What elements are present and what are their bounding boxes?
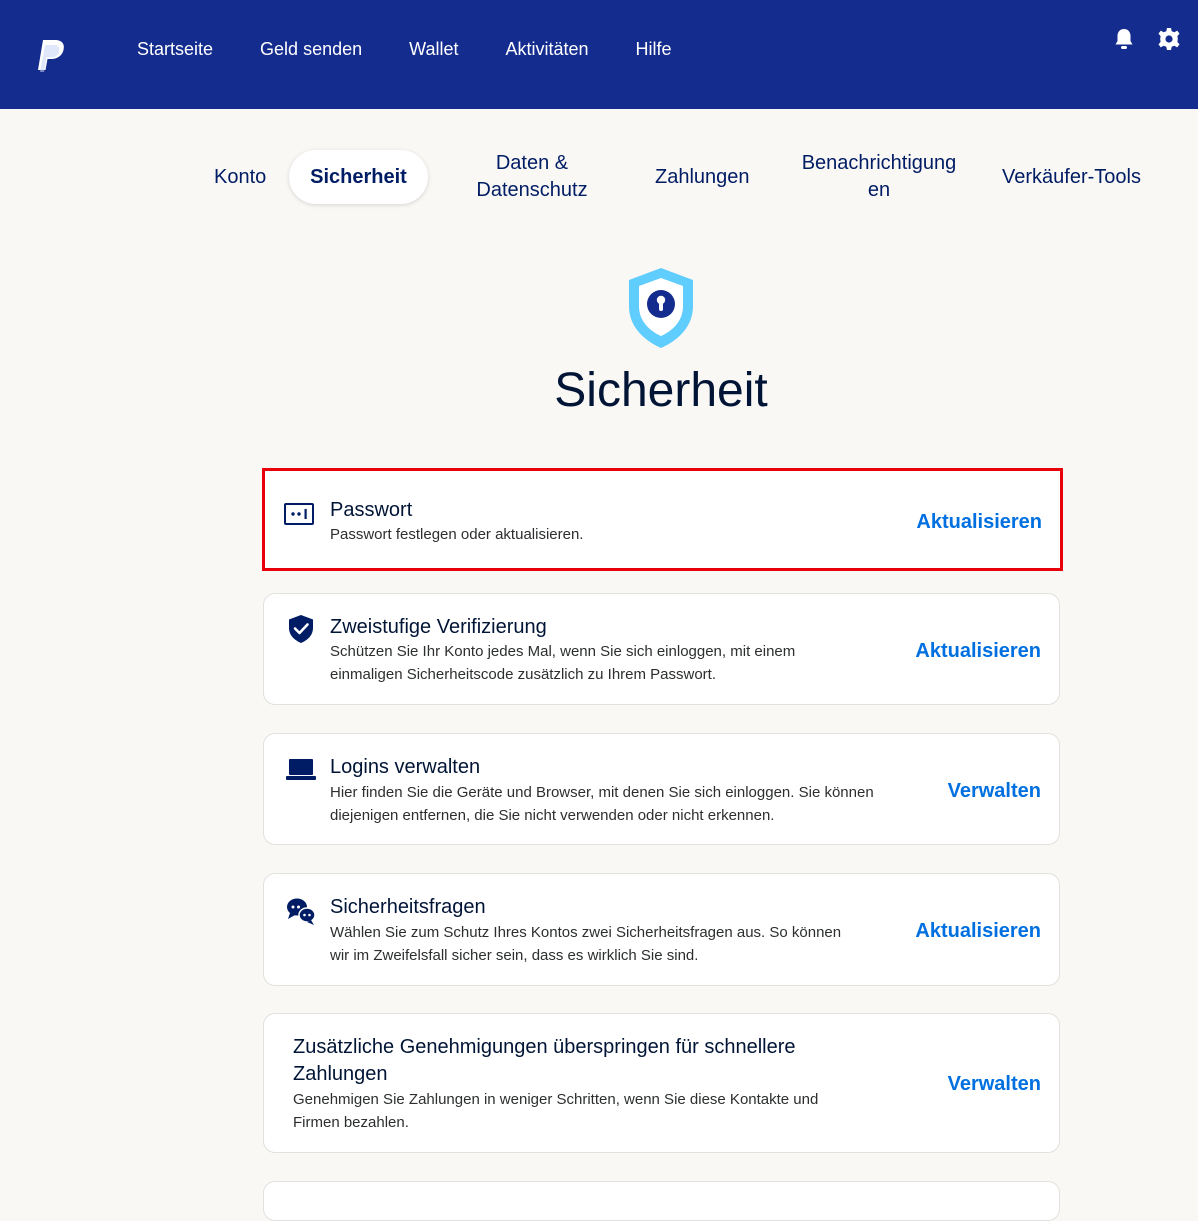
security-questions-card[interactable]: Sicherheitsfragen Wählen Sie zum Schutz …: [263, 873, 1060, 986]
tab-konto[interactable]: Konto: [214, 164, 266, 191]
skip-approvals-card[interactable]: Zusätzliche Genehmigungen überspringen f…: [263, 1013, 1060, 1153]
card-description-line2: Firmen bezahlen.: [293, 1114, 409, 1131]
tab-daten-datenschutz[interactable]: Daten & Datenschutz: [468, 150, 596, 204]
top-navigation-bar: Startseite Geld senden Wallet Aktivitäte…: [0, 0, 1198, 109]
two-step-update-link[interactable]: Aktualisieren: [915, 638, 1041, 664]
main-nav: Startseite Geld senden Wallet Aktivitäte…: [137, 38, 719, 60]
skip-approvals-manage-link[interactable]: Verwalten: [948, 1071, 1041, 1097]
card-title: Sicherheitsfragen: [330, 896, 486, 918]
chat-bubbles-icon: [287, 898, 316, 925]
card-description-line2: wir im Zweifelsfall sicher sein, dass es…: [330, 947, 699, 964]
card-title: Zweistufige Verifizierung: [330, 616, 547, 638]
logins-card[interactable]: Logins verwalten Hier finden Sie die Ger…: [263, 733, 1060, 845]
settings-tabs: Konto Sicherheit Daten & Datenschutz Zah…: [0, 150, 1198, 206]
page-title: Sicherheit: [0, 362, 1198, 420]
card-description-line1: Schützen Sie Ihr Konto jedes Mal, wenn S…: [330, 643, 796, 660]
tab-daten-line2: Datenschutz: [476, 179, 588, 201]
card-title-line2: Zahlungen: [293, 1063, 388, 1085]
nav-aktivitaeten[interactable]: Aktivitäten: [505, 38, 588, 60]
password-icon: [284, 503, 314, 525]
card-title: Passwort: [330, 499, 413, 521]
card-description-line1: Genehmigen Sie Zahlungen in weniger Schr…: [293, 1091, 819, 1108]
card-description-line1: Wählen Sie zum Schutz Ihres Kontos zwei …: [330, 924, 842, 941]
security-questions-update-link[interactable]: Aktualisieren: [915, 918, 1041, 944]
card-description: Passwort festlegen oder aktualisieren.: [330, 526, 584, 543]
tab-sicherheit[interactable]: Sicherheit: [289, 150, 428, 204]
laptop-icon: [286, 759, 316, 780]
nav-hilfe[interactable]: Hilfe: [636, 38, 672, 60]
card-title: Logins verwalten: [330, 756, 481, 778]
nav-geld-senden[interactable]: Geld senden: [260, 38, 362, 60]
card-description-line2: diejenigen entfernen, die Sie nicht verw…: [330, 807, 775, 824]
tab-benach-line2: en: [867, 179, 891, 201]
password-card[interactable]: Passwort Passwort festlegen oder aktuali…: [262, 468, 1063, 571]
gear-icon[interactable]: [1157, 27, 1181, 51]
nav-wallet[interactable]: Wallet: [409, 38, 458, 60]
tab-zahlungen[interactable]: Zahlungen: [655, 164, 750, 191]
tab-verkaeufer-tools[interactable]: Verkäufer-Tools: [1002, 164, 1141, 191]
paypal-logo[interactable]: [34, 38, 66, 74]
shield-keyhole-icon: [629, 268, 693, 348]
shield-check-icon: [289, 615, 313, 643]
bell-icon[interactable]: [1112, 27, 1136, 51]
tab-benach-line1: Benachrichtigung: [801, 152, 957, 174]
password-update-link[interactable]: Aktualisieren: [916, 509, 1042, 535]
logins-manage-link[interactable]: Verwalten: [948, 778, 1041, 804]
next-card[interactable]: [263, 1181, 1060, 1221]
card-title-line1: Zusätzliche Genehmigungen überspringen f…: [293, 1036, 796, 1058]
card-description-line2: einmaligen Sicherheitscode zusätzlich zu…: [330, 666, 717, 683]
page-title-text: Sicherheit: [554, 364, 768, 417]
nav-startseite[interactable]: Startseite: [137, 38, 213, 60]
tab-daten-line1: Daten &: [495, 152, 569, 174]
card-description-line1: Hier finden Sie die Geräte und Browser, …: [330, 784, 874, 801]
tab-benachrichtigungen[interactable]: Benachrichtigung en: [790, 150, 968, 204]
two-step-card[interactable]: Zweistufige Verifizierung Schützen Sie I…: [263, 593, 1060, 705]
